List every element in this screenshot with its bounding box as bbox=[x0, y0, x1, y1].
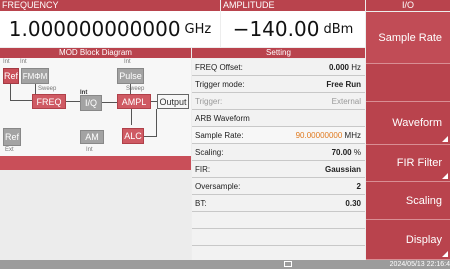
waveform-softkey[interactable]: Waveform bbox=[366, 102, 450, 145]
setting-key: Oversample: bbox=[195, 181, 241, 191]
setting-key: Scaling: bbox=[195, 147, 224, 157]
block-diagram: Int Int Int Ref FMΦM Pulse Sweep Sweep I… bbox=[0, 58, 191, 156]
sample-rate-softkey[interactable]: Sample Rate bbox=[366, 12, 450, 64]
submenu-arrow-icon bbox=[442, 136, 448, 142]
setting-value: Gaussian bbox=[324, 164, 361, 174]
ext-label: Ext bbox=[5, 147, 14, 153]
frequency-label: FREQUENCY bbox=[0, 0, 220, 11]
setting-value: External bbox=[331, 96, 361, 106]
submenu-arrow-icon bbox=[442, 251, 448, 257]
scaling-softkey[interactable]: Scaling bbox=[366, 182, 450, 220]
setting-key: Trigger mode: bbox=[195, 79, 245, 89]
setting-value: 70.00 % bbox=[331, 147, 361, 157]
network-icon bbox=[284, 261, 292, 267]
alc-block[interactable]: ALC bbox=[122, 128, 144, 144]
empty-row bbox=[192, 229, 365, 246]
diagram-divider bbox=[0, 156, 191, 170]
scaling-row[interactable]: Scaling: 70.00 % bbox=[192, 144, 365, 161]
iq-block[interactable]: I/Q bbox=[80, 95, 102, 111]
fir-filter-label: FIR Filter bbox=[396, 157, 442, 169]
fm-pm-block[interactable]: FMΦM bbox=[21, 68, 49, 84]
amplitude-unit: dBm bbox=[323, 21, 354, 37]
setting-key: Trigger: bbox=[195, 96, 223, 106]
fir-filter-softkey[interactable]: FIR Filter bbox=[366, 145, 450, 182]
empty-row bbox=[192, 246, 365, 261]
setting-value: 0.000 Hz bbox=[328, 62, 361, 72]
frequency-display[interactable]: 1.000000000000 GHz bbox=[0, 11, 220, 47]
setting-value: 2 bbox=[356, 181, 361, 191]
am-source-label: Int bbox=[86, 147, 93, 153]
ref-source-label: Int bbox=[3, 59, 10, 65]
am-block[interactable]: AM bbox=[80, 130, 104, 144]
sample-rate-label: Sample Rate bbox=[378, 31, 442, 44]
sweep-label-freq: Sweep bbox=[38, 86, 57, 92]
arb-waveform-row: ARB Waveform bbox=[192, 110, 365, 127]
sample-rate-field[interactable]: 90.00000000 MHz bbox=[296, 131, 365, 140]
display-label: Display bbox=[405, 233, 442, 246]
waveform-label: Waveform bbox=[392, 117, 442, 129]
amplitude-display[interactable]: −140.00 dBm bbox=[221, 11, 365, 47]
fir-row[interactable]: FIR: Gaussian bbox=[192, 161, 365, 178]
setting-key: ARB Waveform bbox=[195, 113, 250, 123]
sample-rate-row[interactable]: Sample Rate: 90.00000000 MHz bbox=[192, 127, 365, 144]
pulse-source-label: Int bbox=[124, 59, 131, 65]
scaling-label: Scaling bbox=[405, 194, 442, 207]
setting-value: 0.30 bbox=[345, 198, 361, 208]
datetime: 2024/05/13 22:16:4 bbox=[389, 261, 450, 268]
setting-key: FIR: bbox=[195, 164, 211, 174]
amplitude-value: −140.00 bbox=[232, 17, 320, 41]
blank-softkey[interactable] bbox=[366, 64, 450, 102]
ref-out-block[interactable]: Ref bbox=[3, 128, 21, 146]
setting-key: Sample Rate: bbox=[195, 130, 244, 140]
pulse-block[interactable]: Pulse bbox=[117, 68, 144, 84]
status-bar: 2024/05/13 22:16:4 bbox=[0, 260, 450, 269]
amplitude-label: AMPLITUDE bbox=[221, 0, 365, 11]
oversample-row[interactable]: Oversample: 2 bbox=[192, 178, 365, 195]
setting-key: BT: bbox=[195, 198, 207, 208]
frequency-unit: GHz bbox=[184, 21, 212, 37]
setting-value: Free Run bbox=[326, 79, 361, 89]
empty-row bbox=[192, 212, 365, 229]
trigger-row: Trigger: External bbox=[192, 93, 365, 110]
fm-source-label: Int bbox=[20, 59, 27, 65]
settings-title: Setting bbox=[192, 48, 365, 58]
ampl-block[interactable]: AMPL bbox=[117, 94, 151, 109]
freq-block[interactable]: FREQ bbox=[32, 94, 66, 109]
output-block[interactable]: Output bbox=[157, 94, 189, 109]
sweep-label-ampl: Sweep bbox=[126, 86, 145, 92]
bt-row[interactable]: BT: 0.30 bbox=[192, 195, 365, 212]
diagram-empty-area bbox=[0, 170, 191, 260]
diagram-title: MOD Block Diagram bbox=[0, 48, 191, 58]
menu-title: I/O bbox=[366, 0, 450, 11]
trigger-mode-row[interactable]: Trigger mode: Free Run bbox=[192, 76, 365, 93]
frequency-value: 1.000000000000 bbox=[8, 17, 181, 41]
setting-key: FREQ Offset: bbox=[195, 62, 243, 72]
submenu-arrow-icon bbox=[442, 173, 448, 179]
display-softkey[interactable]: Display bbox=[366, 220, 450, 260]
freq-offset-row[interactable]: FREQ Offset: 0.000 Hz bbox=[192, 59, 365, 76]
ref-block[interactable]: Ref bbox=[3, 68, 19, 84]
